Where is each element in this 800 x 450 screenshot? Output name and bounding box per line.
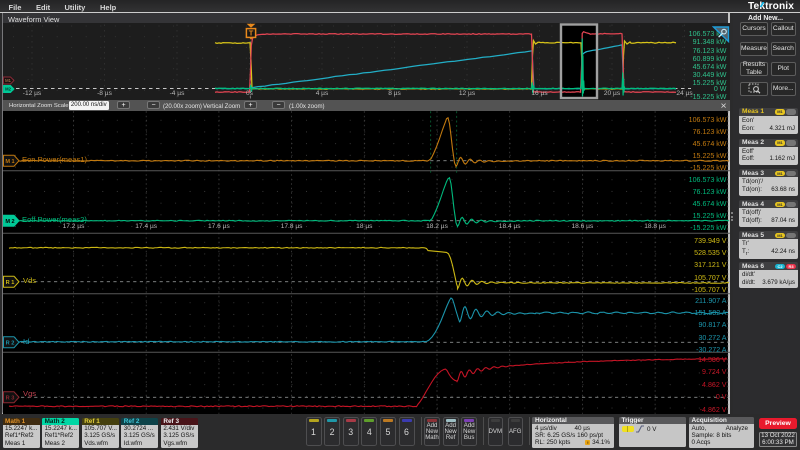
- svg-text:M1: M1: [5, 78, 11, 83]
- svg-text:T: T: [249, 28, 254, 37]
- svg-text:M 2: M 2: [5, 219, 14, 225]
- svg-text:R 2: R 2: [6, 340, 15, 346]
- svg-text:R 3: R 3: [6, 395, 15, 401]
- svg-text:M 1: M 1: [5, 159, 14, 165]
- svg-text:R 1: R 1: [6, 280, 15, 286]
- svg-text:M2: M2: [5, 86, 11, 91]
